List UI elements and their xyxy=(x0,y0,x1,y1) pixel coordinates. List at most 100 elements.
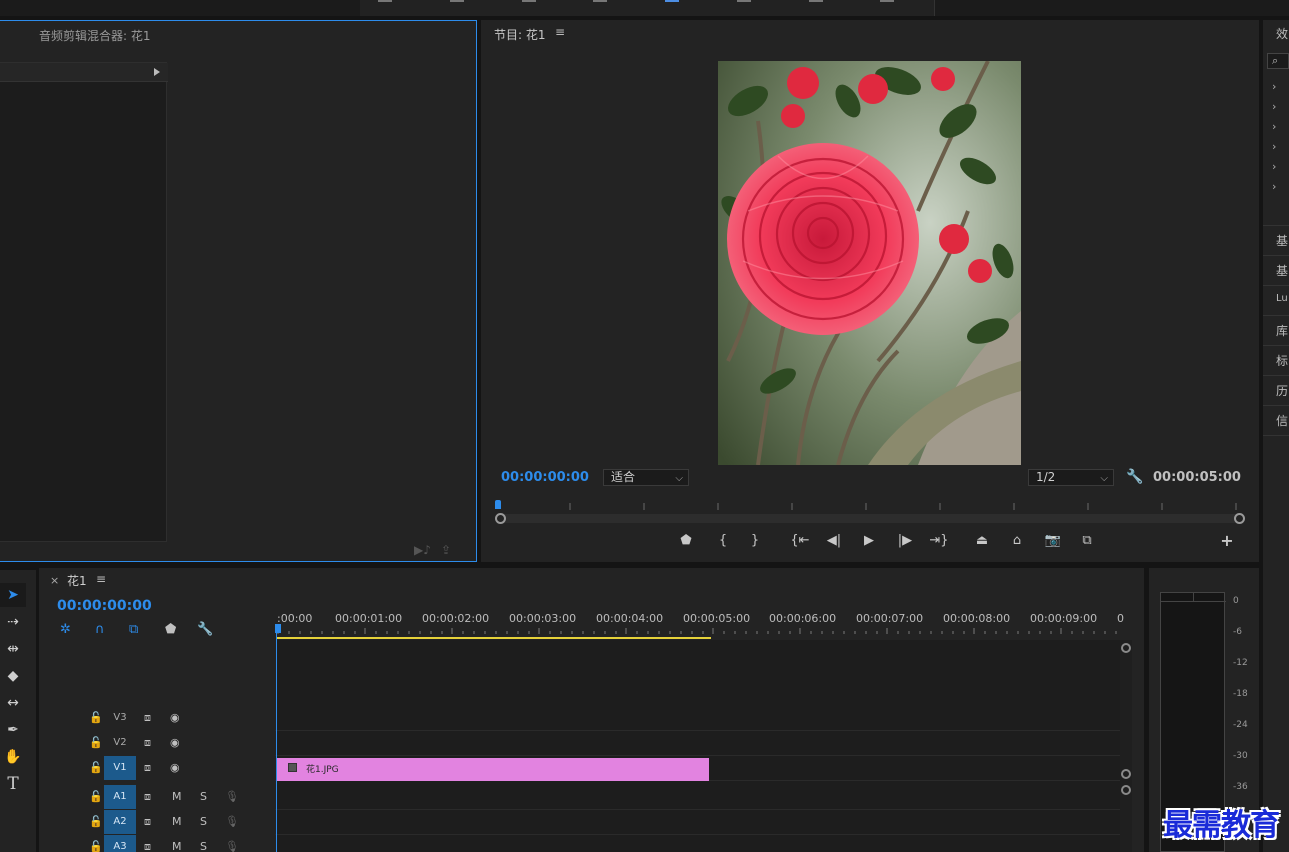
eye-icon[interactable]: ◉ xyxy=(170,761,180,774)
timeline-timecode[interactable]: 00:00:00:00 xyxy=(57,598,152,614)
zoom-scroll-handle-left[interactable] xyxy=(495,513,506,524)
panel-tab-libraries[interactable]: 库 xyxy=(1276,322,1288,339)
sync-lock-icon[interactable]: ⧈ xyxy=(144,790,151,804)
timeline-playhead-line[interactable] xyxy=(276,630,277,852)
slip-tool-icon[interactable]: ↔ xyxy=(0,691,26,715)
pen-tool-icon[interactable]: ✒ xyxy=(0,718,26,742)
workspace-tab[interactable] xyxy=(575,0,647,16)
panel-tab-essential-graphics[interactable]: 基 xyxy=(1276,232,1288,249)
panel-menu-icon[interactable]: ≡ xyxy=(96,572,106,586)
step-forward-button[interactable]: |▶ xyxy=(893,530,917,552)
type-tool-icon[interactable]: T xyxy=(0,772,26,796)
sync-lock-icon[interactable]: ⧈ xyxy=(144,711,151,725)
snap-magnet-icon[interactable]: ∩ xyxy=(95,622,105,637)
step-back-button[interactable]: ◀| xyxy=(822,530,846,552)
workspace-tab[interactable] xyxy=(862,0,934,16)
lock-icon[interactable]: 🔓 xyxy=(89,761,103,774)
sync-lock-icon[interactable]: ⧈ xyxy=(144,761,151,775)
microphone-icon[interactable]: 🎙 xyxy=(225,815,239,828)
loop-audio-icon[interactable]: ▶♪ xyxy=(414,543,431,557)
microphone-icon[interactable]: 🎙 xyxy=(225,790,239,803)
timeline-vertical-scrollbar[interactable] xyxy=(1120,640,1132,852)
workspace-tab[interactable] xyxy=(504,0,576,16)
mark-in-button[interactable]: { xyxy=(711,530,735,552)
workspace-tab[interactable] xyxy=(360,0,432,16)
solo-button[interactable]: S xyxy=(200,790,207,803)
eye-icon[interactable]: ◉ xyxy=(170,736,180,749)
hand-tool-icon[interactable]: ✋ xyxy=(0,745,26,769)
program-time-ruler[interactable] xyxy=(495,498,1245,524)
panel-tab-essential-sound[interactable]: 基 xyxy=(1276,262,1288,279)
sequence-tab[interactable]: 花1 xyxy=(67,572,87,589)
linked-selection-icon[interactable]: ⧉ xyxy=(129,622,138,637)
add-marker-button[interactable]: ⬟ xyxy=(674,530,698,552)
scroll-handle-middle[interactable] xyxy=(1121,769,1131,779)
track-name[interactable]: A2 xyxy=(104,810,136,834)
scroll-handle-bottom[interactable] xyxy=(1121,785,1131,795)
folder-chevron-icon[interactable]: › xyxy=(1272,100,1276,113)
panel-tab-info[interactable]: 信 xyxy=(1276,412,1288,429)
playhead-marker[interactable] xyxy=(495,500,501,509)
lock-icon[interactable]: 🔓 xyxy=(89,840,103,852)
folder-chevron-icon[interactable]: › xyxy=(1272,180,1276,193)
eye-icon[interactable]: ◉ xyxy=(170,711,180,724)
audio-clip-mixer-panel[interactable]: 音频剪辑混合器: 花1 ▶♪ ⇪ xyxy=(0,20,477,562)
track-name[interactable]: V3 xyxy=(104,706,136,730)
track-name[interactable]: V2 xyxy=(104,731,136,755)
ripple-edit-tool-icon[interactable]: ⇹ xyxy=(0,637,26,661)
nest-sequence-icon[interactable]: ✲ xyxy=(60,622,71,637)
folder-chevron-icon[interactable]: › xyxy=(1272,120,1276,133)
track-name[interactable]: A1 xyxy=(104,785,136,809)
sync-lock-icon[interactable]: ⧈ xyxy=(144,815,151,829)
razor-tool-icon[interactable]: ◆ xyxy=(0,664,26,688)
lift-button[interactable]: ⏏ xyxy=(970,530,994,552)
add-marker-icon[interactable]: ⬟ xyxy=(165,622,176,637)
effects-search-icon[interactable]: ⌕ xyxy=(1267,53,1289,69)
microphone-icon[interactable]: 🎙 xyxy=(225,840,239,852)
extract-button[interactable]: ⌂ xyxy=(1005,530,1029,552)
mute-button[interactable]: M xyxy=(172,790,182,803)
workspace-tab[interactable] xyxy=(791,0,863,16)
solo-button[interactable]: S xyxy=(200,815,207,828)
lock-icon[interactable]: 🔓 xyxy=(89,711,103,724)
close-tab-icon[interactable]: × xyxy=(50,574,59,587)
workspace-tab[interactable] xyxy=(719,0,791,16)
work-area-bar[interactable] xyxy=(277,637,711,639)
playback-resolution-dropdown[interactable]: 1/2 ⌵ xyxy=(1028,469,1114,486)
lock-icon[interactable]: 🔓 xyxy=(89,815,103,828)
workspace-tab-active[interactable] xyxy=(647,0,719,16)
panel-title[interactable]: 音频剪辑混合器: 花1 xyxy=(39,27,151,44)
export-frame-camera-icon[interactable]: 📷 xyxy=(1041,530,1065,552)
workspace-tab[interactable] xyxy=(432,0,504,16)
button-editor-add-icon[interactable]: + xyxy=(1215,530,1239,552)
timeline-settings-wrench-icon[interactable]: 🔧 xyxy=(197,622,213,637)
lock-icon[interactable]: 🔓 xyxy=(89,736,103,749)
play-button[interactable]: ▶ xyxy=(857,530,881,552)
solo-button[interactable]: S xyxy=(200,840,207,852)
panel-tab-history[interactable]: 历 xyxy=(1276,382,1288,399)
mute-button[interactable]: M xyxy=(172,815,182,828)
panel-tab-lumetri[interactable]: Lu xyxy=(1276,293,1288,304)
zoom-level-dropdown[interactable]: 适合 ⌵ xyxy=(603,469,689,486)
panel-title[interactable]: 节目: 花1 xyxy=(494,26,546,43)
playhead-timecode[interactable]: 00:00:00:00 xyxy=(501,470,589,485)
mark-out-button[interactable]: } xyxy=(743,530,767,552)
track-name[interactable]: A3 xyxy=(104,835,136,852)
folder-chevron-icon[interactable]: › xyxy=(1272,140,1276,153)
sync-lock-icon[interactable]: ⧈ xyxy=(144,840,151,852)
settings-wrench-icon[interactable]: 🔧 xyxy=(1126,469,1143,485)
mute-button[interactable]: M xyxy=(172,840,182,852)
timeline-time-ruler[interactable]: :00:00 00:00:01:00 00:00:02:00 00:00:03:… xyxy=(275,608,1124,640)
selection-tool-icon[interactable]: ➤ xyxy=(0,583,26,607)
track-name[interactable]: V1 xyxy=(104,756,136,780)
zoom-scroll-handle-right[interactable] xyxy=(1234,513,1245,524)
panel-tab-markers[interactable]: 标 xyxy=(1276,352,1288,369)
expand-arrow-icon[interactable] xyxy=(154,68,160,76)
lock-icon[interactable]: 🔓 xyxy=(89,790,103,803)
export-icon[interactable]: ⇪ xyxy=(441,543,451,557)
timeline-clip[interactable]: 花1.JPG xyxy=(277,758,709,781)
folder-chevron-icon[interactable]: › xyxy=(1272,80,1276,93)
compare-view-button[interactable]: ⧉ xyxy=(1075,530,1099,552)
go-to-out-button[interactable]: ⇥} xyxy=(927,530,951,552)
scroll-handle-top[interactable] xyxy=(1121,643,1131,653)
